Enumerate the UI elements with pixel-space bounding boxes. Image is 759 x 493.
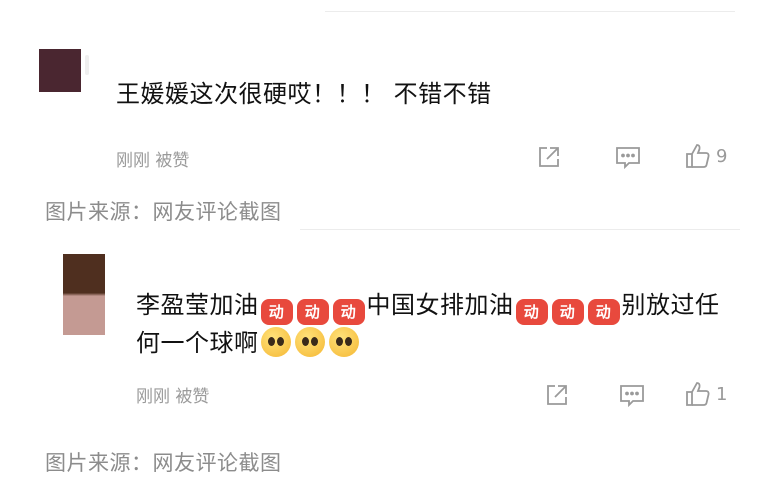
thumbs-up-icon (686, 144, 710, 168)
like-button[interactable]: 1 (684, 380, 727, 408)
mid-divider (300, 229, 740, 230)
share-icon (547, 385, 567, 405)
like-count: 1 (716, 383, 728, 405)
comment-meta: 刚刚 被赞 (116, 151, 190, 171)
comment-text-part: 中国女排加油 (366, 291, 514, 319)
pleading-face-emoji-icon (328, 327, 359, 357)
fire-emoji-icon: 动 (515, 299, 548, 325)
avatar[interactable] (63, 254, 105, 335)
avatar[interactable] (39, 49, 89, 92)
image-source-caption: 图片来源：网友评论截图 (45, 200, 282, 224)
share-button[interactable] (544, 382, 570, 408)
comment-icon (620, 385, 644, 408)
like-button[interactable]: 9 (684, 142, 727, 170)
share-button[interactable] (536, 144, 562, 170)
comment-text-part: 李盈莹加油 (136, 291, 259, 319)
share-icon (539, 147, 559, 167)
fire-emoji-icon: 动 (260, 299, 293, 325)
like-count: 9 (716, 145, 728, 167)
fire-emoji-icon: 动 (551, 299, 584, 325)
comment-button[interactable] (614, 144, 642, 170)
comment-text: 李盈莹加油动动动中国女排加油动动动别放过任何一个球啊 (136, 287, 726, 361)
image-source-caption: 图片来源：网友评论截图 (45, 451, 282, 475)
comment-icon (616, 147, 640, 170)
fire-emoji-icon: 动 (332, 299, 365, 325)
pleading-face-emoji-icon (294, 327, 325, 357)
comment-button[interactable] (618, 382, 646, 408)
comment-meta: 刚刚 被赞 (136, 387, 210, 407)
fire-emoji-icon: 动 (296, 299, 329, 325)
comment-text: 王媛媛这次很硬哎！！！ 不错不错 (116, 80, 492, 108)
thumbs-up-icon (686, 382, 710, 406)
fire-emoji-icon: 动 (587, 299, 620, 325)
comment-card-1: 王媛媛这次很硬哎！！！ 不错不错 刚刚 被赞 9 (0, 0, 759, 200)
pleading-face-emoji-icon (260, 327, 291, 357)
